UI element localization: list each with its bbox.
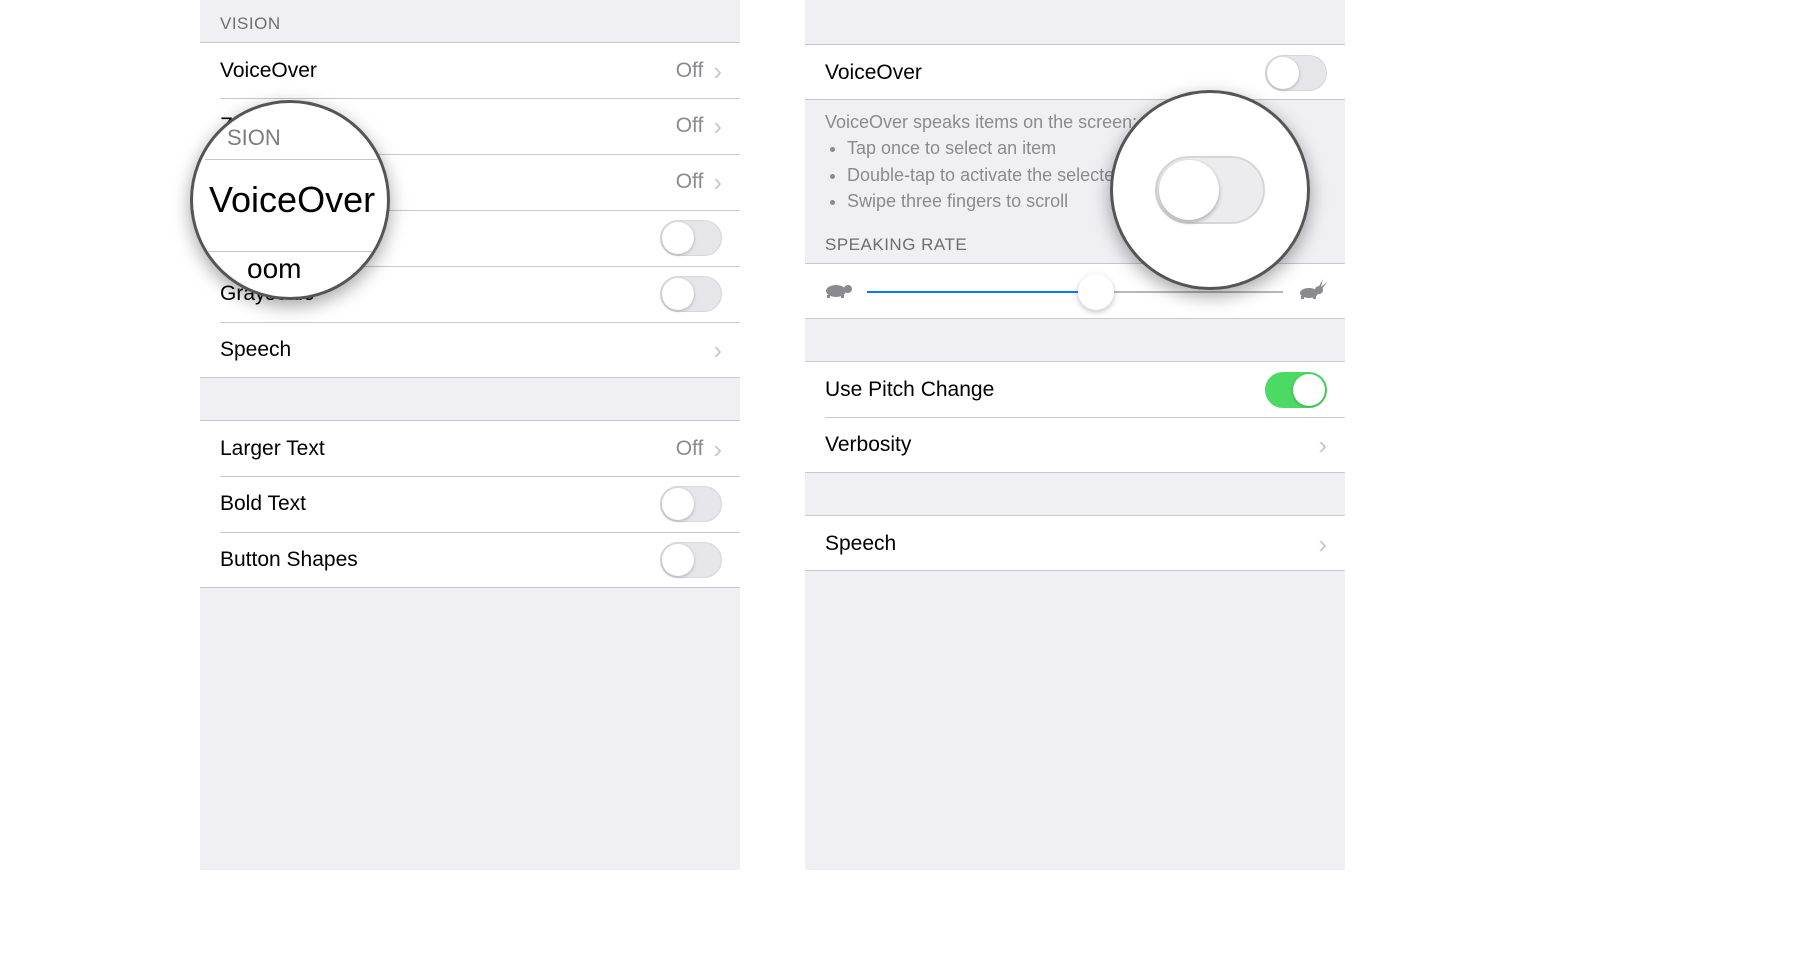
section-header-vision: VISION — [200, 0, 740, 42]
row-label: VoiceOver — [825, 61, 922, 85]
row-value: Off — [676, 59, 704, 83]
row-button-shapes[interactable]: Button Shapes — [200, 532, 740, 588]
row-value: Off — [676, 437, 704, 461]
turtle-icon — [823, 279, 853, 304]
row-value: Off — [676, 114, 704, 138]
row-bold-text[interactable]: Bold Text — [200, 476, 740, 532]
row-value: Off — [676, 170, 704, 194]
callout-voiceover-toggle — [1110, 90, 1310, 290]
row-speech[interactable]: Speech › — [200, 322, 740, 378]
chevron-right-icon: › — [713, 337, 722, 363]
slider-thumb[interactable] — [1078, 274, 1114, 310]
zoom-toggle-off — [1155, 156, 1265, 224]
toggle-grayscale[interactable] — [660, 276, 722, 312]
zoom-fragment-top: SION — [227, 125, 281, 151]
row-label: Speech — [220, 338, 291, 362]
toggle-invert-colors[interactable] — [660, 220, 722, 256]
rabbit-icon — [1297, 278, 1327, 305]
row-label: Speech — [825, 532, 896, 556]
row-label: Larger Text — [220, 437, 325, 461]
row-voiceover-toggle[interactable]: VoiceOver — [805, 44, 1345, 100]
chevron-right-icon: › — [713, 169, 722, 195]
row-label: VoiceOver — [220, 59, 317, 83]
row-use-pitch-change[interactable]: Use Pitch Change — [805, 361, 1345, 417]
row-label: Use Pitch Change — [825, 378, 994, 402]
toggle-voiceover[interactable] — [1265, 55, 1327, 91]
row-voiceover[interactable]: VoiceOver Off › — [200, 42, 740, 98]
toggle-use-pitch-change[interactable] — [1265, 372, 1327, 408]
chevron-right-icon: › — [1318, 531, 1327, 557]
row-speech[interactable]: Speech › — [805, 515, 1345, 571]
speaking-rate-slider[interactable] — [867, 291, 1283, 293]
toggle-bold-text[interactable] — [660, 486, 722, 522]
chevron-right-icon: › — [1318, 432, 1327, 458]
row-larger-text[interactable]: Larger Text Off › — [200, 420, 740, 476]
zoom-main-label: VoiceOver — [209, 179, 387, 221]
zoom-fragment-bottom: oom — [247, 253, 301, 285]
chevron-right-icon: › — [713, 58, 722, 84]
callout-voiceover-row: SION VoiceOver oom — [190, 100, 390, 300]
row-label: Bold Text — [220, 492, 306, 516]
row-label: Verbosity — [825, 433, 911, 457]
chevron-right-icon: › — [713, 436, 722, 462]
row-label: Button Shapes — [220, 548, 358, 572]
row-verbosity[interactable]: Verbosity › — [805, 417, 1345, 473]
chevron-right-icon: › — [713, 113, 722, 139]
toggle-button-shapes[interactable] — [660, 542, 722, 578]
